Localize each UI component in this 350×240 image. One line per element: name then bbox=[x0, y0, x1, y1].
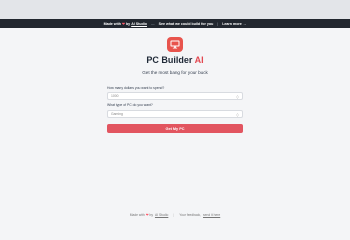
use-select[interactable]: Gaming bbox=[107, 110, 243, 118]
promo-middle-text: See what we could build for you bbox=[158, 21, 214, 26]
learn-more-link[interactable]: Learn more bbox=[222, 22, 242, 26]
footer-made-with-text: Made with bbox=[129, 213, 145, 217]
chevron-updown-icon bbox=[236, 94, 239, 99]
promo-made-with-text: Made with bbox=[103, 21, 121, 26]
footer-divider: | bbox=[173, 213, 175, 217]
footer: Made with ❤ by AI Studio | Your feedback… bbox=[0, 213, 350, 217]
page-subtitle: Get the most bang for your buck bbox=[142, 70, 208, 75]
chevron-updown-icon bbox=[236, 112, 239, 117]
logo bbox=[167, 37, 183, 52]
page-title: PC Builder AI bbox=[0, 55, 350, 65]
promo-separator: — bbox=[150, 21, 155, 26]
heart-icon: ❤ bbox=[145, 213, 149, 217]
use-label: What type of PC do you want? bbox=[107, 103, 153, 107]
computer-monitor-icon bbox=[170, 40, 180, 49]
budget-value: 1000 bbox=[111, 94, 119, 98]
promo-bar: Made with ❤ by AI Studio — See what we c… bbox=[0, 19, 350, 28]
budget-label: How many dollars you want to spend? bbox=[107, 86, 165, 90]
arrow-right-icon: → bbox=[242, 21, 247, 26]
footer-ai-studio-link[interactable]: AI Studio bbox=[155, 213, 168, 217]
promo-separator-2: | bbox=[217, 21, 219, 26]
promo-ai-studio-link[interactable]: AI Studio bbox=[131, 22, 147, 26]
title-accent: AI bbox=[194, 55, 204, 65]
budget-select[interactable]: 1000 bbox=[107, 92, 243, 100]
footer-by-text: by bbox=[149, 213, 154, 217]
browser-top-band bbox=[0, 0, 350, 19]
heart-icon: ❤ bbox=[121, 21, 125, 26]
feedback-text: Your feedback, bbox=[179, 213, 202, 217]
title-main: PC Builder bbox=[146, 55, 193, 65]
feedback-link[interactable]: send it here bbox=[203, 213, 220, 217]
get-my-pc-button[interactable]: Get My PC bbox=[107, 124, 243, 133]
use-value: Gaming bbox=[111, 112, 123, 116]
promo-by-text: by bbox=[125, 21, 131, 26]
